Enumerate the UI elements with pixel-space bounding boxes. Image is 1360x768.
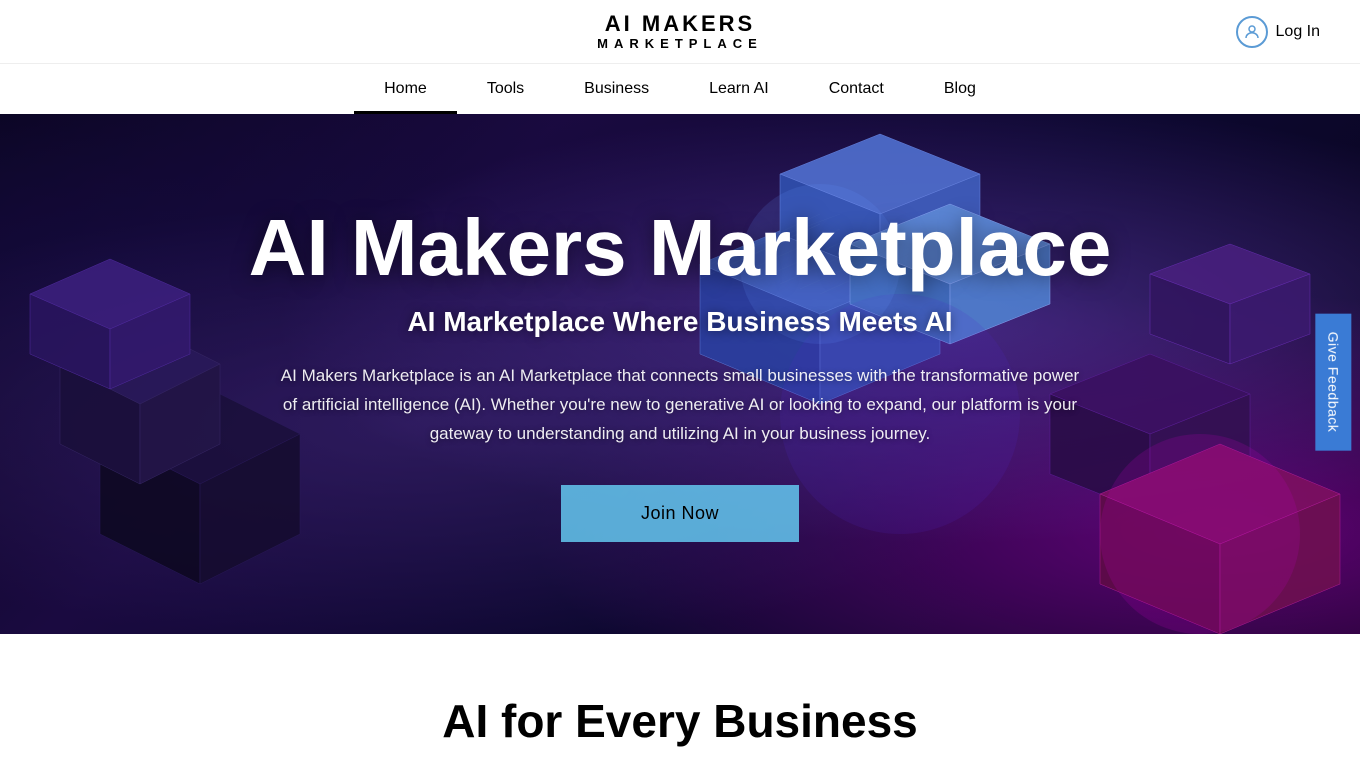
- join-now-button[interactable]: Join Now: [561, 485, 799, 542]
- below-fold-section: AI for Every Business: [0, 634, 1360, 768]
- hero-title: AI Makers Marketplace: [249, 206, 1112, 290]
- header: AI MAKERS MARKETPLACE Log In: [0, 0, 1360, 64]
- below-fold-title: AI for Every Business: [40, 694, 1320, 748]
- logo-title: AI MAKERS: [597, 12, 763, 36]
- hero-subtitle: AI Marketplace Where Business Meets AI: [249, 306, 1112, 338]
- login-label: Log In: [1276, 23, 1320, 41]
- hero-content: AI Makers Marketplace AI Marketplace Whe…: [149, 206, 1212, 542]
- nav-item-learn-ai[interactable]: Learn AI: [679, 64, 799, 114]
- logo[interactable]: AI MAKERS MARKETPLACE: [597, 12, 763, 51]
- main-nav: Home Tools Business Learn AI Contact Blo…: [0, 64, 1360, 114]
- nav-item-blog[interactable]: Blog: [914, 64, 1006, 114]
- hero-section: AI Makers Marketplace AI Marketplace Whe…: [0, 114, 1360, 634]
- logo-subtitle: MARKETPLACE: [597, 36, 763, 51]
- feedback-tab[interactable]: Give Feedback: [1316, 314, 1352, 451]
- login-button[interactable]: Log In: [1236, 16, 1320, 48]
- nav-item-business[interactable]: Business: [554, 64, 679, 114]
- nav-item-contact[interactable]: Contact: [799, 64, 914, 114]
- hero-description: AI Makers Marketplace is an AI Marketpla…: [280, 362, 1080, 449]
- nav-item-tools[interactable]: Tools: [457, 64, 554, 114]
- user-icon: [1236, 16, 1268, 48]
- nav-item-home[interactable]: Home: [354, 64, 457, 114]
